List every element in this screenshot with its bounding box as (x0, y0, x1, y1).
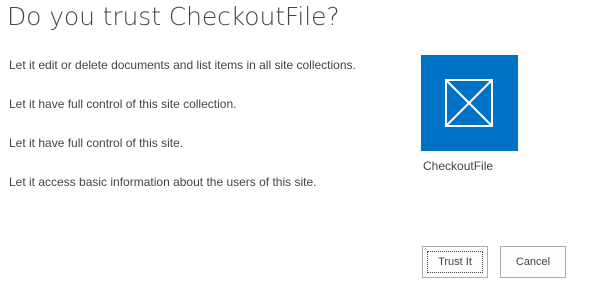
permission-item: Let it have full control of this site co… (9, 97, 237, 111)
app-tile (421, 55, 518, 151)
permission-item: Let it have full control of this site. (9, 136, 184, 150)
trust-it-label: Trust It (427, 251, 483, 273)
permission-list: Let it edit or delete documents and list… (9, 58, 356, 214)
app-name: CheckoutFile (423, 159, 494, 173)
cancel-button[interactable]: Cancel (500, 246, 566, 278)
dialog-title: Do you trust CheckoutFile? (7, 2, 340, 31)
permission-item: Let it access basic information about th… (9, 175, 317, 189)
placeholder-image-icon (445, 79, 493, 127)
trust-it-button[interactable]: Trust It (422, 246, 488, 278)
permission-item: Let it edit or delete documents and list… (9, 58, 356, 72)
